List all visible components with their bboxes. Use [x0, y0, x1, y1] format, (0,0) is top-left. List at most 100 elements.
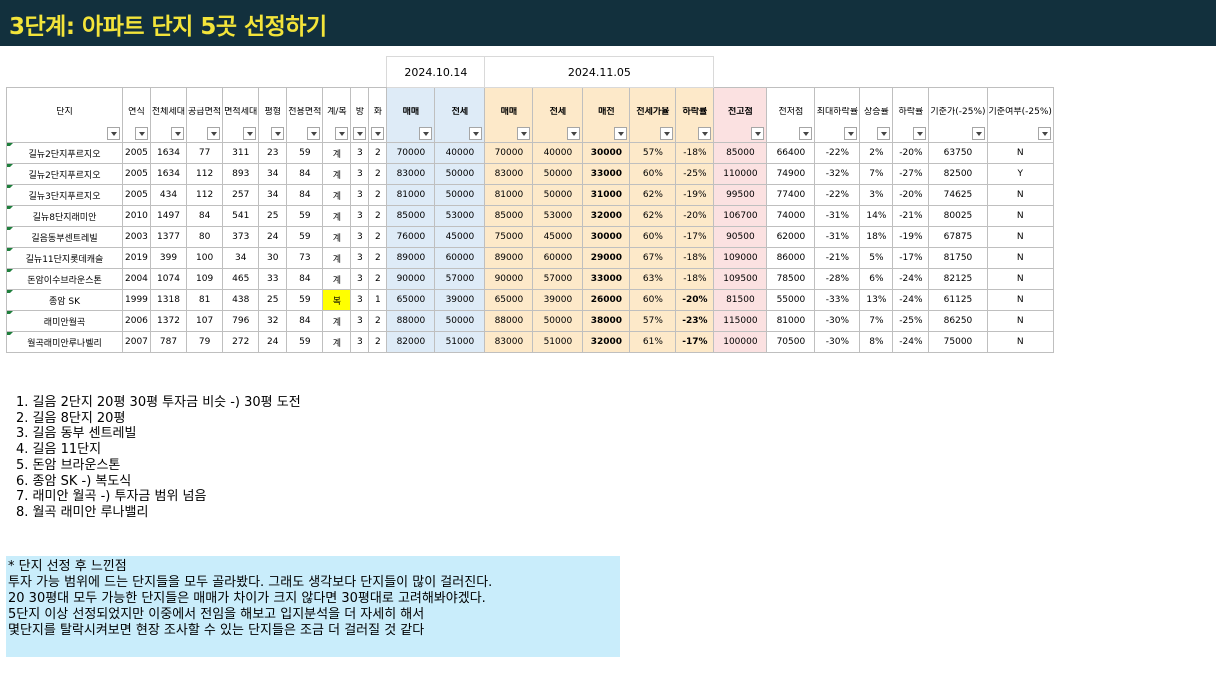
table-cell[interactable]: -20%	[675, 289, 715, 311]
table-cell[interactable]: 82125	[928, 268, 988, 290]
table-cell[interactable]: 80025	[928, 205, 988, 227]
table-cell[interactable]: -28%	[814, 268, 861, 290]
table-cell[interactable]: Y	[986, 163, 1054, 185]
table-cell[interactable]: 62000	[766, 226, 816, 248]
table-cell[interactable]: 67%	[629, 247, 677, 269]
filter-dropdown-icon[interactable]	[1037, 127, 1051, 140]
table-cell[interactable]: 112	[186, 184, 224, 206]
table-cell[interactable]: 78500	[766, 268, 816, 290]
complex-name-cell[interactable]: 종암 SK	[6, 289, 123, 311]
table-cell[interactable]: 계	[322, 184, 352, 206]
table-cell[interactable]: 60000	[434, 247, 486, 269]
filter-dropdown-icon[interactable]	[660, 127, 674, 140]
table-cell[interactable]: 복	[322, 289, 352, 311]
table-cell[interactable]: -22%	[814, 184, 861, 206]
table-cell[interactable]: 65000	[484, 289, 534, 311]
table-cell[interactable]: 3	[350, 163, 370, 185]
table-cell[interactable]: 60%	[629, 289, 677, 311]
table-cell[interactable]: 60%	[629, 226, 677, 248]
table-cell[interactable]: 82500	[928, 163, 988, 185]
filter-dropdown-icon[interactable]	[107, 127, 120, 140]
table-cell[interactable]: 24	[258, 331, 288, 353]
table-cell[interactable]: 51000	[434, 331, 486, 353]
table-cell[interactable]: 26000	[582, 289, 631, 311]
table-cell[interactable]: -24%	[892, 268, 930, 290]
table-cell[interactable]: 66400	[766, 142, 816, 164]
table-cell[interactable]: 45000	[434, 226, 486, 248]
table-cell[interactable]: 6%	[859, 268, 894, 290]
table-cell[interactable]: 계	[322, 163, 352, 185]
table-cell[interactable]: 893	[222, 163, 260, 185]
table-cell[interactable]: 438	[222, 289, 260, 311]
table-cell[interactable]: 2	[368, 310, 388, 332]
table-cell[interactable]: 60%	[629, 163, 677, 185]
table-cell[interactable]: 3	[350, 205, 370, 227]
table-cell[interactable]: 61125	[928, 289, 988, 311]
table-cell[interactable]: 82000	[386, 331, 436, 353]
table-cell[interactable]: N	[986, 268, 1054, 290]
table-cell[interactable]: 2	[368, 163, 388, 185]
table-cell[interactable]: 311	[222, 142, 260, 164]
filter-dropdown-icon[interactable]	[171, 127, 185, 140]
table-cell[interactable]: 84	[286, 184, 324, 206]
table-cell[interactable]: -19%	[892, 226, 930, 248]
table-cell[interactable]: 32000	[582, 331, 631, 353]
table-cell[interactable]: 2	[368, 268, 388, 290]
table-cell[interactable]: 75000	[928, 331, 988, 353]
table-cell[interactable]: -24%	[892, 289, 930, 311]
table-cell[interactable]: 85000	[484, 205, 534, 227]
table-cell[interactable]: 25	[258, 289, 288, 311]
table-cell[interactable]: N	[986, 289, 1054, 311]
column-header[interactable]: 연식	[122, 87, 151, 143]
table-cell[interactable]: 110000	[713, 163, 768, 185]
column-header[interactable]: 공급면적	[186, 87, 224, 143]
table-cell[interactable]: 59	[286, 142, 324, 164]
column-header[interactable]: 매매	[484, 87, 534, 143]
table-cell[interactable]: 1377	[149, 226, 188, 248]
table-cell[interactable]: 31000	[582, 184, 631, 206]
table-cell[interactable]: 74000	[766, 205, 816, 227]
table-cell[interactable]: 2	[368, 226, 388, 248]
table-cell[interactable]: 25	[258, 205, 288, 227]
column-header[interactable]: 전용면적	[286, 87, 324, 143]
table-cell[interactable]: 434	[149, 184, 188, 206]
table-cell[interactable]: N	[986, 142, 1054, 164]
column-header[interactable]: 매매	[386, 87, 436, 143]
table-cell[interactable]: 53000	[532, 205, 584, 227]
table-cell[interactable]: -25%	[675, 163, 715, 185]
table-cell[interactable]: N	[986, 247, 1054, 269]
column-header[interactable]: 기준가(-25%)	[928, 87, 988, 143]
table-cell[interactable]: -21%	[814, 247, 861, 269]
table-cell[interactable]: 85000	[713, 142, 768, 164]
table-cell[interactable]: 465	[222, 268, 260, 290]
table-cell[interactable]: -30%	[814, 310, 861, 332]
table-cell[interactable]: 23	[258, 142, 288, 164]
table-cell[interactable]: 40000	[532, 142, 584, 164]
table-cell[interactable]: 62%	[629, 205, 677, 227]
column-header[interactable]: 화	[368, 87, 388, 143]
complex-name-cell[interactable]: 돈암이수브라운스톤	[6, 268, 123, 290]
table-cell[interactable]: 24	[258, 226, 288, 248]
table-cell[interactable]: 787	[149, 331, 188, 353]
filter-dropdown-icon[interactable]	[271, 127, 285, 140]
table-cell[interactable]: 81000	[484, 184, 534, 206]
table-cell[interactable]: N	[986, 331, 1054, 353]
filter-dropdown-icon[interactable]	[751, 127, 765, 140]
table-cell[interactable]: 796	[222, 310, 260, 332]
table-cell[interactable]: 계	[322, 268, 352, 290]
table-cell[interactable]: 50000	[532, 184, 584, 206]
table-cell[interactable]: 59	[286, 205, 324, 227]
column-header[interactable]: 전세가율	[629, 87, 677, 143]
table-cell[interactable]: 1999	[122, 289, 151, 311]
complex-name-cell[interactable]: 길뉴8단지래미안	[6, 205, 123, 227]
table-cell[interactable]: 계	[322, 310, 352, 332]
table-cell[interactable]: 109000	[713, 247, 768, 269]
table-cell[interactable]: 1318	[149, 289, 188, 311]
table-cell[interactable]: 399	[149, 247, 188, 269]
date-first[interactable]: 2024.10.14	[386, 56, 486, 88]
complex-name-cell[interactable]: 길뉴11단지롯데캐슬	[6, 247, 123, 269]
column-header[interactable]: 방	[350, 87, 370, 143]
table-cell[interactable]: 39000	[434, 289, 486, 311]
table-cell[interactable]: -25%	[892, 310, 930, 332]
table-cell[interactable]: 90500	[713, 226, 768, 248]
